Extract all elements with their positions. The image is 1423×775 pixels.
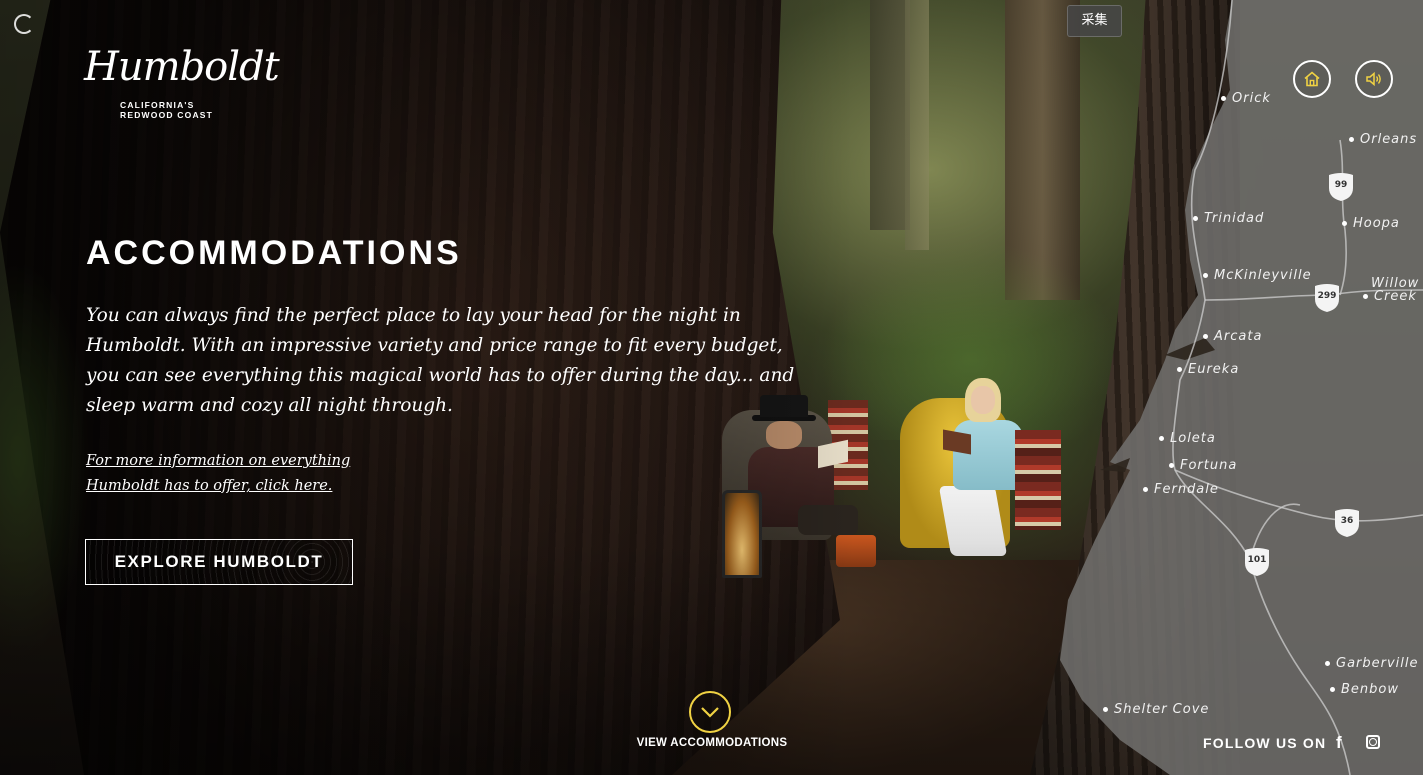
- town-orleans: Orleans: [1349, 133, 1417, 147]
- town-eureka: Eureka: [1177, 363, 1239, 377]
- explore-humboldt-button[interactable]: EXPLORE HUMBOLDT: [85, 539, 353, 585]
- home-button[interactable]: [1293, 60, 1331, 98]
- route-shield-101: 101: [1242, 547, 1272, 577]
- town-fortuna: Fortuna: [1169, 459, 1237, 473]
- town-shelter-cove: Shelter Cove: [1103, 703, 1209, 717]
- town-garberville: Garberville: [1325, 657, 1419, 671]
- collect-button[interactable]: 采集: [1067, 5, 1122, 37]
- instagram-icon[interactable]: [1366, 735, 1380, 749]
- town-willow-creek: Creek: [1363, 290, 1417, 304]
- route-shield-299: 299: [1312, 283, 1342, 313]
- facebook-icon[interactable]: f: [1336, 734, 1350, 752]
- town-arcata: Arcata: [1203, 330, 1262, 344]
- town-hoopa: Hoopa: [1342, 217, 1400, 231]
- chevron-down-icon: [701, 707, 719, 718]
- speaker-icon: [1366, 71, 1381, 87]
- town-orick: Orick: [1221, 92, 1271, 106]
- logo-script: Humboldt: [84, 44, 280, 90]
- page-title: ACCOMMODATIONS: [86, 234, 462, 272]
- intro-paragraph: You can always find the perfect place to…: [86, 305, 795, 416]
- town-trinidad: Trinidad: [1193, 212, 1264, 226]
- humboldt-logo[interactable]: Humboldt CALIFORNIA'S REDWOOD COAST: [84, 44, 280, 132]
- view-accommodations-button[interactable]: [689, 691, 731, 733]
- sound-button[interactable]: [1355, 60, 1393, 98]
- route-shield-99: 99: [1326, 172, 1356, 202]
- town-loleta: Loleta: [1159, 432, 1216, 446]
- more-info-link[interactable]: For more information on everything Humbo…: [86, 449, 386, 499]
- logo-subtitle: CALIFORNIA'S REDWOOD COAST: [120, 100, 214, 120]
- follow-us-label: FOLLOW US ON: [1203, 735, 1327, 751]
- town-benbow: Benbow: [1330, 683, 1399, 697]
- loading-spinner-icon: [14, 14, 34, 34]
- view-accommodations-label[interactable]: VIEW ACCOMMODATIONS: [620, 737, 804, 749]
- town-ferndale: Ferndale: [1143, 483, 1219, 497]
- route-shield-36: 36: [1332, 508, 1362, 538]
- town-mckinleyville: McKinleyville: [1203, 269, 1312, 283]
- home-icon: [1304, 71, 1320, 87]
